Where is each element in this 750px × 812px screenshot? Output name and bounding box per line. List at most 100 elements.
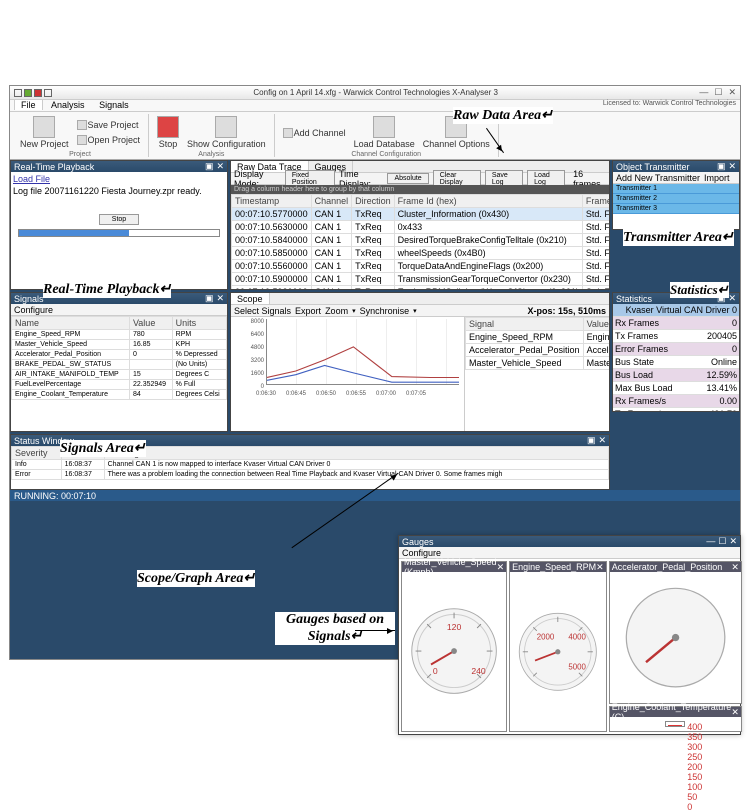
thermometer-icon: 400350300250200150100500 [665,721,685,726]
add-transmitter-button[interactable]: Add New Transmitter [616,173,700,183]
close-icon[interactable]: ✕ [598,435,606,446]
transmitter-item[interactable]: Transmitter 1 [613,184,739,194]
sync-button[interactable]: Synchronise [360,306,410,316]
save-project-button[interactable]: Save Project [75,118,143,132]
signal-row[interactable]: Engine_Coolant_Temperature84Degrees Cels… [12,390,227,400]
dial-icon: 1200240 [406,603,502,699]
transmitter-item[interactable]: Transmitter 2 [613,194,739,204]
configure-button[interactable]: Configure [14,305,53,315]
qa-icon[interactable] [44,89,52,97]
trace-row[interactable]: 00:07:10.5560000CAN 1TxReqTorqueDataAndE… [232,260,610,273]
col-header[interactable]: Time [61,447,104,460]
trace-row[interactable]: 00:07:10.5920000CAN 1TxReqEngineRPMSelig… [232,286,610,290]
signals-table: NameValueUnitsEngine_Speed_RPM780RPMMast… [11,316,227,400]
time-display-select[interactable]: Absolute [387,173,428,184]
qa-stop-icon[interactable] [34,89,42,97]
trace-row[interactable]: 00:07:10.5770000CAN 1TxReqCluster_Inform… [232,208,610,221]
stop-button[interactable]: Stop [155,114,181,151]
pin-icon[interactable]: ▣ [205,161,214,172]
col-header[interactable]: Timestamp [232,195,312,208]
close-icon[interactable]: ✕ [216,293,224,304]
load-database-button[interactable]: Load Database [352,114,417,151]
group-hint[interactable]: Drag a column header here to group by th… [231,185,609,194]
status-panel: Status Window▣✕ SeverityTimeMessageInfo1… [10,434,610,490]
tab-scope[interactable]: Scope [231,293,270,304]
pin-icon[interactable]: ▣ [205,293,214,304]
scope-chart[interactable]: 8000640048003200160000:06:300:06:450:06:… [231,317,464,397]
trace-row[interactable]: 00:07:10.5850000CAN 1TxReqwheelSpeeds (0… [232,247,610,260]
signal-row[interactable]: FuelLevelPercentage22.352949% Full [12,380,227,390]
new-project-button[interactable]: New Project [18,114,71,151]
signal-row[interactable]: Master_Vehicle_Speed16.85KPH [12,340,227,350]
signal-row[interactable]: BRAKE_PEDAL_SW_STATUS(No Units) [12,360,227,370]
col-header[interactable]: Frame Type [582,195,609,208]
close-icon[interactable]: ✕ [728,161,736,172]
col-header[interactable]: Value [583,318,609,331]
close-icon[interactable]: ✕ [728,293,736,304]
trace-row[interactable]: 00:07:10.5630000CAN 1TxReq0x433Std. Fram… [232,221,610,234]
progress-bar[interactable] [18,229,219,237]
ribbon-group-label: Analysis [155,151,268,158]
configure-button[interactable]: Configure [402,548,441,558]
gauge-coolant: Engine_Coolant_Temperature (C)✕ 40035030… [609,706,742,732]
trace-row[interactable]: 00:07:10.5840000CAN 1TxReqDesiredTorqueB… [232,234,610,247]
signals-panel: Signals▣✕ Configure NameValueUnitsEngine… [10,292,228,432]
maximize-icon[interactable]: ☐ [714,87,722,98]
col-header[interactable]: Channel [311,195,352,208]
signal-row[interactable]: AIR_INTAKE_MANIFOLD_TEMP15Degrees C [12,370,227,380]
open-project-button[interactable]: Open Project [75,133,143,147]
transmitter-item[interactable]: Transmitter 3 [613,204,739,214]
tab-file[interactable]: File [14,99,43,110]
import-button[interactable]: Import [704,173,730,183]
zoom-button[interactable]: Zoom [325,306,348,316]
load-file-link[interactable]: Load File [13,174,225,184]
maximize-icon[interactable]: ☐ [718,536,726,547]
close-icon[interactable]: ✕ [728,87,736,98]
minimize-icon[interactable]: — [706,536,715,547]
window-title: Config on 1 April 14.xfg - Warwick Contr… [52,88,699,97]
trace-row[interactable]: 00:07:10.5900000CAN 1TxReqTransmissionGe… [232,273,610,286]
gauge-rpm: Engine_Speed_RPM✕ 200040005000 [509,561,607,732]
legend-row[interactable]: Engine_Speed_RPMEngine_Speed_RPM (RPM) [466,331,610,344]
col-header[interactable]: Units [172,317,226,330]
col-header[interactable]: Direction [352,195,395,208]
close-icon[interactable]: ✕ [596,562,604,573]
close-icon[interactable]: ✕ [729,536,737,547]
select-signals-button[interactable]: Select Signals [234,306,291,316]
scope-panel: Scope Select Signals Export Zoom▾ Synchr… [230,292,610,432]
close-icon[interactable]: ✕ [216,161,224,172]
qa-icon[interactable] [14,89,22,97]
statistics-panel: Statistics▣✕ Kvaser Virtual CAN Driver 0… [612,292,740,412]
close-icon[interactable]: ✕ [731,707,739,718]
export-button[interactable]: Export [295,306,321,316]
close-icon[interactable]: ✕ [731,562,739,573]
col-header[interactable]: Severity [12,447,62,460]
gauge-speed: Master_Vehicle_Speed (Kmph)✕ 1200240 [401,561,507,732]
pin-icon[interactable]: ▣ [587,435,596,446]
status-bar: RUNNING: 00:07:10 [10,490,740,501]
tab-analysis[interactable]: Analysis [45,100,91,110]
qa-run-icon[interactable] [24,89,32,97]
playback-stop-button[interactable]: Stop [99,214,139,225]
channel-options-button[interactable]: Channel Options [421,114,492,151]
minimize-icon[interactable]: — [699,87,708,98]
dial-icon: 200040005000 [514,608,602,696]
close-icon[interactable]: ✕ [497,562,505,573]
menubar: File Analysis Signals Licensed to: Warwi… [10,100,740,112]
status-row[interactable]: Info16:08:37Channel CAN 1 is now mapped … [12,460,609,470]
tab-signals[interactable]: Signals [93,100,135,110]
col-header[interactable]: Name [12,317,130,330]
show-config-button[interactable]: Show Configuration [185,114,268,151]
col-header[interactable]: Value [129,317,172,330]
add-channel-button[interactable]: Add Channel [281,126,348,140]
legend-row[interactable]: Accelerator_Pedal_PositionAccelerator_Pe… [466,344,610,357]
pin-icon[interactable]: ▣ [717,293,726,304]
status-row[interactable]: Error16:08:37There was a problem loading… [12,470,609,480]
signal-row[interactable]: Engine_Speed_RPM780RPM [12,330,227,340]
pin-icon[interactable]: ▣ [717,161,726,172]
col-header[interactable]: Frame Id (hex) [394,195,582,208]
col-header[interactable]: Signal [466,318,584,331]
signal-row[interactable]: Accelerator_Pedal_Position0% Depressed [12,350,227,360]
legend-row[interactable]: Master_Vehicle_SpeedMaster_Vehicle_Speed… [466,357,610,370]
col-header[interactable]: Message [104,447,608,460]
